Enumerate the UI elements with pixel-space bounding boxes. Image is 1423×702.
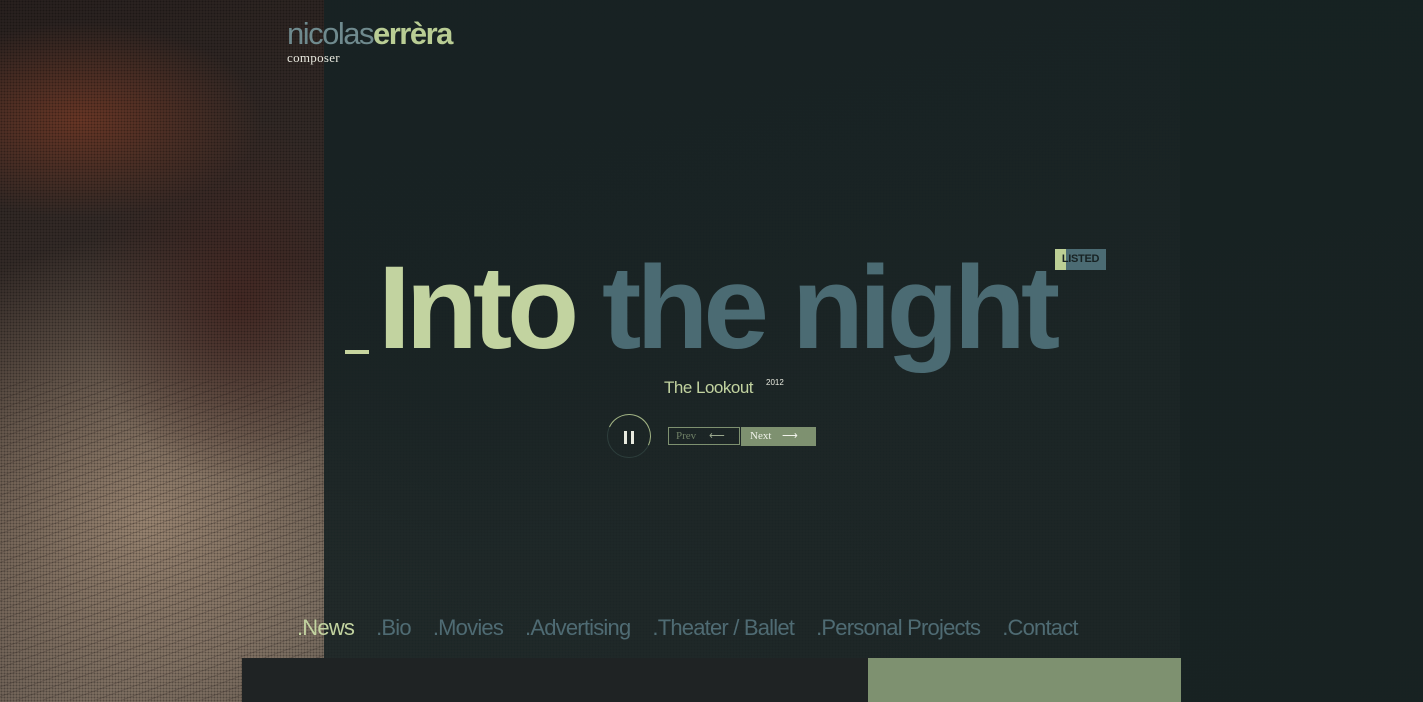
album-year: 2012	[766, 378, 784, 387]
logo-subtitle: composer	[287, 50, 340, 65]
album-title: The Lookout	[664, 378, 754, 397]
nav-item-news[interactable]: .News	[297, 614, 355, 642]
main-nav: .News .Bio .Movies .Advertising .Theater…	[297, 614, 1079, 642]
hero-title: Into the night	[378, 248, 1060, 368]
hero-title-highlighted: Into	[378, 242, 579, 374]
nav-item-contact[interactable]: .Contact	[1002, 614, 1078, 642]
prev-button[interactable]: Prev ⟵	[668, 427, 740, 445]
nav-item-advertising[interactable]: .Advertising	[525, 614, 631, 642]
site-logo[interactable]: nicolaserrèra	[287, 16, 453, 52]
logo-first-name: nicolas	[287, 16, 375, 51]
nav-item-theater-ballet[interactable]: .Theater / Ballet	[652, 614, 795, 642]
arrow-left-icon: ⟵	[709, 430, 725, 442]
content-block-green	[868, 658, 1181, 702]
hero-title-rest: the night	[574, 242, 1060, 374]
pause-icon-bar-right	[631, 431, 634, 444]
hero-title-row: Into the night	[345, 248, 1125, 368]
logo-last-name: errèra	[373, 16, 453, 51]
listed-badge: LISTED	[1055, 249, 1106, 270]
pause-button[interactable]	[600, 407, 658, 465]
pause-icon-bar-left	[624, 431, 627, 444]
next-label: Next	[750, 430, 772, 442]
nav-item-bio[interactable]: .Bio	[376, 614, 412, 642]
title-cursor	[345, 350, 369, 354]
next-button[interactable]: Next ⟶	[741, 427, 816, 446]
nav-item-personal-projects[interactable]: .Personal Projects	[816, 614, 981, 642]
prev-label: Prev	[676, 430, 697, 442]
arrow-right-icon: ⟶	[782, 430, 798, 442]
nav-item-movies[interactable]: .Movies	[433, 614, 504, 642]
right-overlay	[1180, 0, 1423, 702]
content-block-dark	[242, 658, 868, 702]
